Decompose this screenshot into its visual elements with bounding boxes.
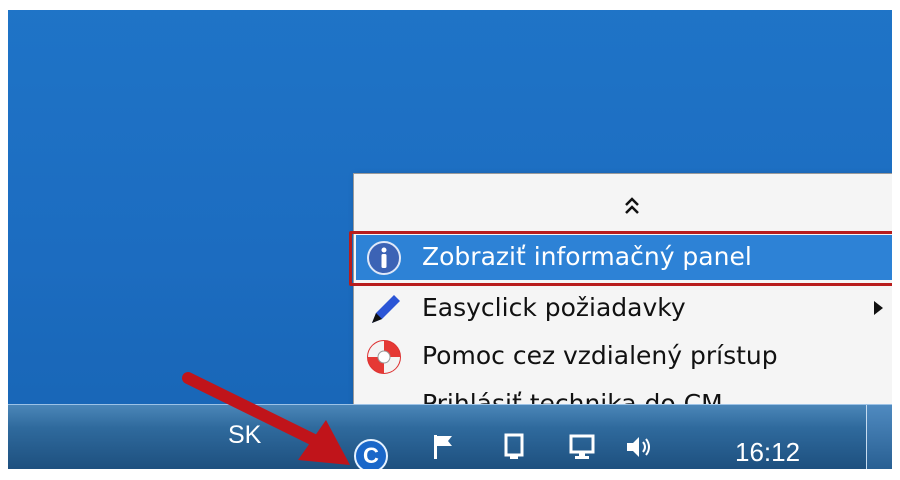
flag-icon[interactable] xyxy=(428,431,460,463)
menu-item-remote-assistance[interactable]: Pomoc cez vzdialený prístup xyxy=(356,334,895,379)
volume-icon[interactable] xyxy=(623,431,655,463)
menu-item-label: Easyclick požiadavky xyxy=(422,293,686,322)
frame-right xyxy=(892,0,900,477)
device-icon[interactable] xyxy=(498,431,530,463)
annotation-arrow-icon xyxy=(182,372,350,465)
annotation-highlight-box xyxy=(349,231,895,286)
network-icon[interactable] xyxy=(566,431,598,463)
show-desktop-button[interactable] xyxy=(866,405,892,470)
frame-top xyxy=(0,0,900,10)
frame-left xyxy=(0,0,8,477)
tray-context-menu: Zobraziť informačný panel Easyclick poži… xyxy=(353,173,900,433)
menu-item-label: Pomoc cez vzdialený prístup xyxy=(422,341,778,370)
frame-bottom xyxy=(0,469,900,477)
system-tray xyxy=(428,431,678,467)
menu-item-easyclick-requests[interactable]: Easyclick požiadavky xyxy=(356,286,895,331)
lifebuoy-icon xyxy=(367,340,401,374)
double-chevron-up-icon[interactable] xyxy=(623,196,641,216)
pencil-icon xyxy=(372,295,400,323)
submenu-arrow-icon xyxy=(874,301,883,315)
taskbar: SK C 16:12 xyxy=(8,404,892,473)
clock[interactable]: 16:12 xyxy=(735,437,800,468)
